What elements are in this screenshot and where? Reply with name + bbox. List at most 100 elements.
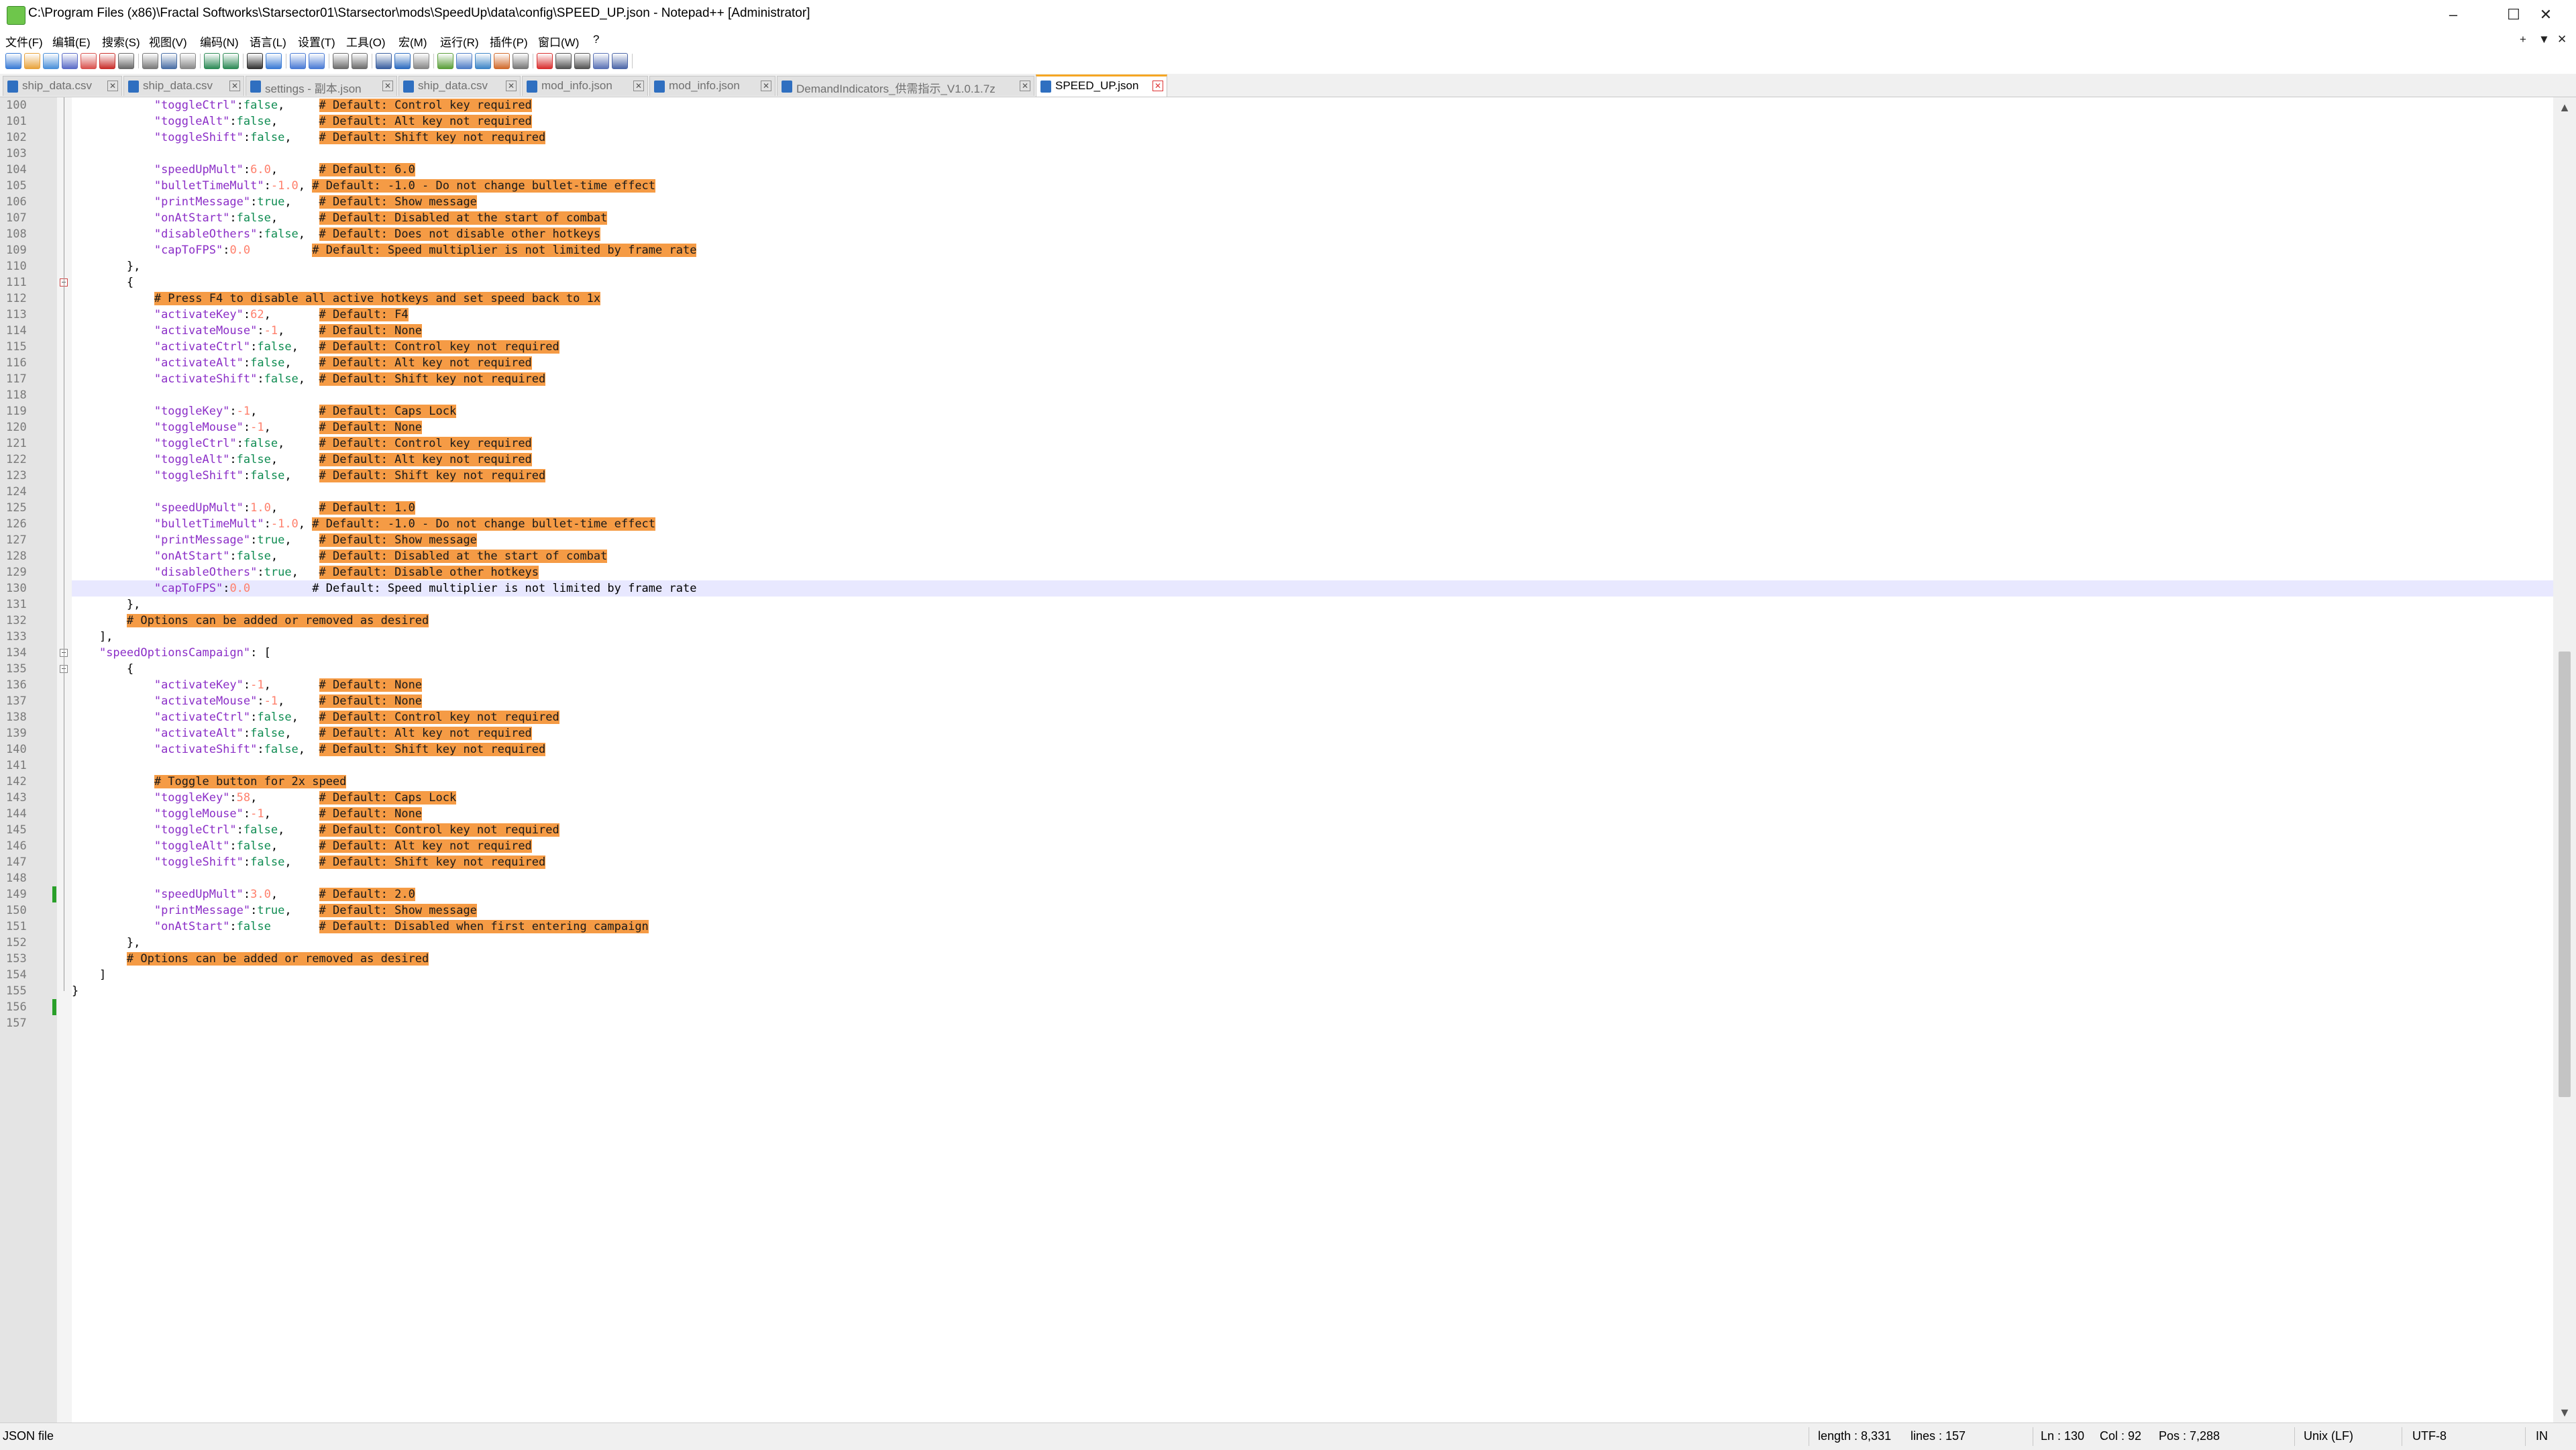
code-line[interactable]: 129 "disableOthers":true, # Default: Dis… [6,564,2554,580]
code-line[interactable]: 102 "toggleShift":false, # Default: Shif… [6,130,2554,146]
save-all-icon[interactable] [62,53,78,69]
paste-icon[interactable] [180,53,196,69]
code-line[interactable]: 110 }, [6,258,2554,274]
code-line[interactable]: 152 }, [6,935,2554,951]
play-macro-icon[interactable] [574,53,590,69]
undo-icon[interactable] [204,53,220,69]
code-line[interactable]: 136 "activateKey":-1, # Default: None [6,677,2554,693]
vertical-scrollbar[interactable]: ▲ ▼ [2553,97,2576,1422]
sync-horizontal-icon[interactable] [352,53,368,69]
menu-language[interactable]: 语言(L) [250,33,286,50]
stop-macro-icon[interactable] [555,53,572,69]
code-line[interactable]: 153 # Options can be added or removed as… [6,951,2554,967]
code-line[interactable]: 148 [6,870,2554,886]
close-icon[interactable] [80,53,97,69]
menu-view[interactable]: 视图(V) [149,33,187,50]
menu-help[interactable]: ? [593,33,599,46]
tab-ship-data-csv-1[interactable]: ship_data.csv ✕ [3,76,122,96]
menu-macro[interactable]: 宏(M) [398,33,427,50]
menu-settings[interactable]: 设置(T) [298,33,335,50]
code-line[interactable]: 132 # Options can be added or removed as… [6,613,2554,629]
run-macro-multiple-icon[interactable] [593,53,609,69]
code-line[interactable]: 144 "toggleMouse":-1, # Default: None [6,806,2554,822]
zoom-out-icon[interactable] [309,53,325,69]
code-line[interactable]: 101 "toggleAlt":false, # Default: Alt ke… [6,113,2554,130]
menu-edit[interactable]: 编辑(E) [52,33,91,50]
save-icon[interactable] [43,53,59,69]
tab-mod-info-json-2[interactable]: mod_info.json ✕ [649,76,775,96]
print-icon[interactable] [118,53,134,69]
code-line[interactable]: 133 ], [6,629,2554,645]
code-line[interactable]: 125 "speedUpMult":1.0, # Default: 1.0 [6,500,2554,516]
menu-encoding[interactable]: 编码(N) [200,33,239,50]
zoom-in-icon[interactable] [290,53,306,69]
menu-window[interactable]: 窗口(W) [538,33,579,50]
code-line[interactable]: 123 "toggleShift":false, # Default: Shif… [6,468,2554,484]
code-line[interactable]: 151 "onAtStart":false # Default: Disable… [6,919,2554,935]
code-line[interactable]: 104 "speedUpMult":6.0, # Default: 6.0 [6,162,2554,178]
tab-ship-data-csv-3[interactable]: ship_data.csv ✕ [398,76,521,96]
code-line[interactable]: 111 { [6,274,2554,291]
word-wrap-icon[interactable] [376,53,392,69]
close-all-icon[interactable] [99,53,115,69]
code-line[interactable]: 116 "activateAlt":false, # Default: Alt … [6,355,2554,371]
show-all-chars-icon[interactable] [394,53,411,69]
code-line[interactable]: 121 "toggleCtrl":false, # Default: Contr… [6,435,2554,452]
menu-run[interactable]: 运行(R) [440,33,479,50]
tab-close-icon[interactable]: ✕ [633,81,644,91]
code-line[interactable]: 135 { [6,661,2554,677]
code-line[interactable]: 100 "toggleCtrl":false, # Default: Contr… [6,97,2554,113]
scroll-down-arrow-icon[interactable]: ▼ [2553,1402,2576,1422]
code-line[interactable]: 130 "capToFPS":0.0 # Default: Speed mult… [6,580,2554,597]
code-editor[interactable]: 100 "toggleCtrl":false, # Default: Contr… [0,97,2576,1422]
code-line[interactable]: 142 # Toggle button for 2x speed [6,774,2554,790]
code-line[interactable]: 143 "toggleKey":58, # Default: Caps Lock [6,790,2554,806]
code-line[interactable]: 157 [6,1015,2554,1031]
menu-plugins[interactable]: 插件(P) [490,33,528,50]
tab-close-icon[interactable]: ✕ [1152,81,1163,91]
record-macro-icon[interactable] [537,53,553,69]
save-macro-icon[interactable] [612,53,628,69]
folder-as-workspace-icon[interactable] [494,53,510,69]
code-line[interactable]: 114 "activateMouse":-1, # Default: None [6,323,2554,339]
status-eol-format[interactable]: Unix (LF) [2304,1429,2353,1443]
sync-vertical-icon[interactable] [333,53,349,69]
code-line[interactable]: 118 [6,387,2554,403]
tab-close-icon[interactable]: ✕ [761,81,771,91]
tab-close-icon[interactable]: ✕ [506,81,517,91]
code-line[interactable]: 103 [6,146,2554,162]
code-line[interactable]: 140 "activateShift":false, # Default: Sh… [6,741,2554,758]
code-line[interactable]: 147 "toggleShift":false, # Default: Shif… [6,854,2554,870]
code-line[interactable]: 108 "disableOthers":false, # Default: Do… [6,226,2554,242]
code-line[interactable]: 128 "onAtStart":false, # Default: Disabl… [6,548,2554,564]
scrollbar-thumb[interactable] [2559,652,2571,1097]
code-line[interactable]: 115 "activateCtrl":false, # Default: Con… [6,339,2554,355]
tab-demand-indicators-7z[interactable]: DemandIndicators_供需指示_V1.0.1.7z ✕ [777,76,1034,96]
code-line[interactable]: 146 "toggleAlt":false, # Default: Alt ke… [6,838,2554,854]
code-line[interactable]: 141 [6,758,2554,774]
close-tab-icon[interactable]: ✕ [2557,33,2567,46]
tab-close-icon[interactable]: ✕ [1020,81,1030,91]
tab-speed-up-json[interactable]: SPEED_UP.json ✕ [1036,74,1167,97]
code-line[interactable]: 139 "activateAlt":false, # Default: Alt … [6,725,2554,741]
code-line[interactable]: 119 "toggleKey":-1, # Default: Caps Lock [6,403,2554,419]
tab-close-icon[interactable]: ✕ [382,81,393,91]
function-list-icon[interactable] [475,53,491,69]
code-line[interactable]: 134 "speedOptionsCampaign": [ [6,645,2554,661]
cut-icon[interactable] [142,53,158,69]
code-line[interactable]: 120 "toggleMouse":-1, # Default: None [6,419,2554,435]
find-icon[interactable] [247,53,263,69]
code-line[interactable]: 113 "activateKey":62, # Default: F4 [6,307,2554,323]
new-tab-plus-icon[interactable]: + [2520,33,2526,46]
monitor-icon[interactable] [513,53,529,69]
redo-icon[interactable] [223,53,239,69]
tab-list-dropdown-icon[interactable]: ▼ [2538,33,2550,46]
code-line[interactable]: 155} [6,983,2554,999]
code-line[interactable]: 109 "capToFPS":0.0 # Default: Speed mult… [6,242,2554,258]
new-file-icon[interactable] [5,53,21,69]
code-line[interactable]: 106 "printMessage":true, # Default: Show… [6,194,2554,210]
menu-file[interactable]: 文件(F) [5,33,43,50]
menu-search[interactable]: 搜索(S) [102,33,140,50]
tab-close-icon[interactable]: ✕ [107,81,118,91]
tab-settings-copy-json[interactable]: settings - 副本.json ✕ [246,76,397,96]
